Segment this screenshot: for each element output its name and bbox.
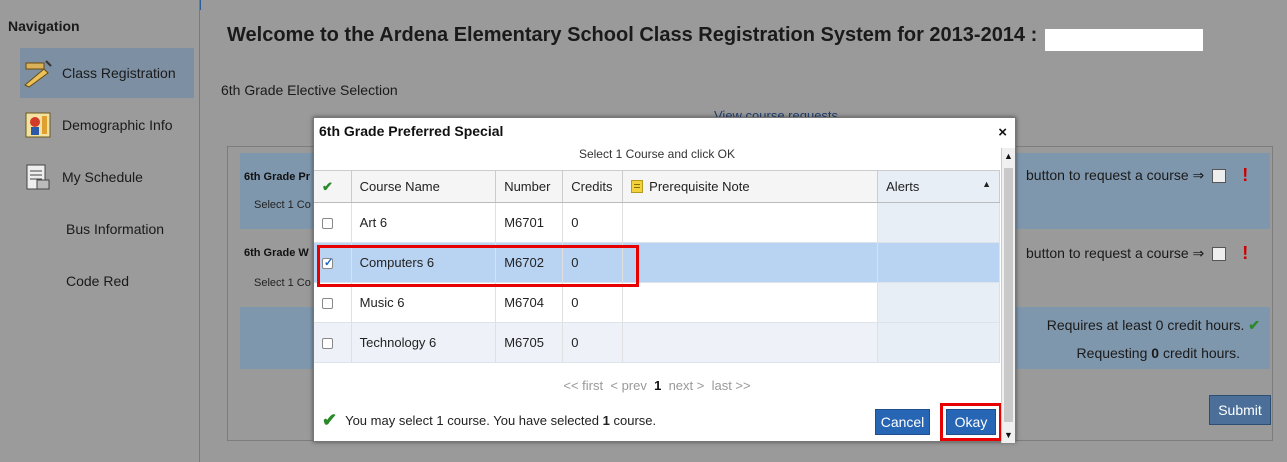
table-row[interactable]: Technology 6 M6705 0	[314, 322, 1000, 363]
selection-status: ✔ You may select 1 course. You have sele…	[322, 410, 657, 430]
course-note	[622, 322, 879, 363]
sidebar-item-label: Demographic Info	[62, 117, 173, 133]
course-note	[622, 242, 879, 283]
submit-button[interactable]: Submit	[1209, 395, 1271, 425]
credit-requirement: Requires at least 0 credit hours. ✔	[1046, 317, 1260, 333]
course-number: M6705	[495, 322, 564, 363]
dialog-header: 6th Grade Preferred Special	[314, 118, 1015, 144]
demographic-icon	[20, 109, 56, 141]
schedule-icon	[20, 161, 56, 193]
course-alerts	[877, 202, 1000, 243]
credit-requesting: Requesting 0 credit hours.	[1076, 345, 1240, 361]
sidebar-item-label: Class Registration	[62, 65, 176, 81]
table-row[interactable]: Art 6 M6701 0	[314, 202, 1000, 243]
check-all-icon[interactable]: ✔	[322, 179, 333, 194]
row-checkbox-cell[interactable]	[314, 322, 352, 363]
class-registration-icon	[20, 57, 56, 89]
sidebar: Navigation Class Registration Demographi…	[0, 0, 200, 462]
cancel-button[interactable]: Cancel	[875, 409, 930, 435]
row-checkbox[interactable]	[322, 298, 333, 310]
request-select-text: Select 1 Co	[254, 199, 311, 211]
page-subtitle: 6th Grade Elective Selection	[221, 82, 398, 98]
edit-icon[interactable]	[1212, 168, 1227, 183]
warning-icon: !	[1242, 243, 1249, 263]
sidebar-item-label: Code Red	[66, 273, 130, 289]
check-icon: ✔	[322, 410, 338, 430]
sidebar-item-my-schedule[interactable]: My Schedule	[20, 152, 195, 202]
course-alerts	[877, 282, 1000, 323]
course-credits: 0	[562, 202, 624, 243]
page-title: Welcome to the Ardena Elementary School …	[227, 24, 1038, 46]
close-icon[interactable]: ×	[998, 124, 1007, 141]
dialog-scrollbar[interactable]: ▲ ▼	[1001, 148, 1015, 443]
highlight-selected-row	[317, 245, 639, 287]
pager-first[interactable]: << first	[563, 378, 603, 393]
course-alerts	[877, 242, 1000, 283]
course-credits: 0	[562, 282, 624, 323]
request-action: button to request a course ⇒ !	[1026, 243, 1248, 264]
sidebar-item-bus-information[interactable]: Bus Information	[20, 204, 195, 254]
pager: << first < prev 1 next > last >>	[314, 378, 1000, 393]
course-number: M6704	[495, 282, 564, 323]
select-all-header[interactable]: ✔	[314, 170, 352, 203]
pager-next[interactable]: next >	[669, 378, 705, 393]
request-action-text: button to request a course ⇒	[1026, 167, 1205, 183]
scroll-thumb[interactable]	[1004, 168, 1013, 422]
sidebar-item-label: My Schedule	[62, 169, 143, 185]
sidebar-item-code-red[interactable]: Code Red	[20, 256, 195, 306]
course-name: Art 6	[351, 202, 497, 243]
check-icon: ✔	[1248, 317, 1260, 333]
course-note	[622, 202, 879, 243]
row-checkbox[interactable]	[322, 218, 333, 230]
request-name: 6th Grade W	[244, 247, 309, 259]
course-name: Music 6	[351, 282, 497, 323]
pager-current: 1	[654, 378, 662, 393]
request-action-text: button to request a course ⇒	[1026, 245, 1205, 261]
row-checkbox[interactable]	[322, 338, 333, 350]
table-row[interactable]: Music 6 M6704 0	[314, 282, 1000, 323]
column-header-course-name[interactable]: Course Name	[351, 170, 497, 203]
row-checkbox-cell[interactable]	[314, 282, 352, 323]
scroll-up-icon[interactable]: ▲	[1002, 149, 1015, 163]
dialog-title: 6th Grade Preferred Special	[319, 123, 504, 139]
column-header-alerts[interactable]: Alerts ▲	[877, 170, 1000, 203]
nav-title: Navigation	[8, 18, 80, 34]
course-credits: 0	[562, 322, 624, 363]
scroll-down-icon[interactable]: ▼	[1002, 428, 1015, 442]
note-icon	[631, 180, 644, 193]
highlight-okay-button	[940, 403, 1002, 441]
course-alerts	[877, 322, 1000, 363]
warning-icon: !	[1242, 165, 1249, 185]
course-note	[622, 282, 879, 323]
column-header-note[interactable]: Prerequisite Note	[622, 170, 879, 203]
sidebar-item-label: Bus Information	[66, 221, 165, 237]
dialog-hint: Select 1 Course and click OK	[578, 147, 736, 161]
column-header-number[interactable]: Number	[495, 170, 564, 203]
row-checkbox-cell[interactable]	[314, 202, 352, 243]
course-selection-dialog: 6th Grade Preferred Special × Select 1 C…	[313, 117, 1016, 443]
redaction-box	[1045, 29, 1203, 51]
column-header-credits[interactable]: Credits	[562, 170, 624, 203]
sidebar-item-demographic-info[interactable]: Demographic Info	[20, 100, 195, 150]
pager-last[interactable]: last >>	[712, 378, 751, 393]
sort-asc-icon: ▲	[982, 179, 991, 189]
pager-prev[interactable]: < prev	[610, 378, 647, 393]
request-action: button to request a course ⇒ !	[1026, 165, 1248, 186]
request-name: 6th Grade Pr	[244, 171, 311, 183]
edit-icon[interactable]	[1212, 246, 1227, 261]
sidebar-item-class-registration[interactable]: Class Registration	[20, 48, 194, 98]
course-name: Technology 6	[351, 322, 497, 363]
request-select-text: Select 1 Co	[254, 277, 311, 289]
course-number: M6701	[495, 202, 564, 243]
